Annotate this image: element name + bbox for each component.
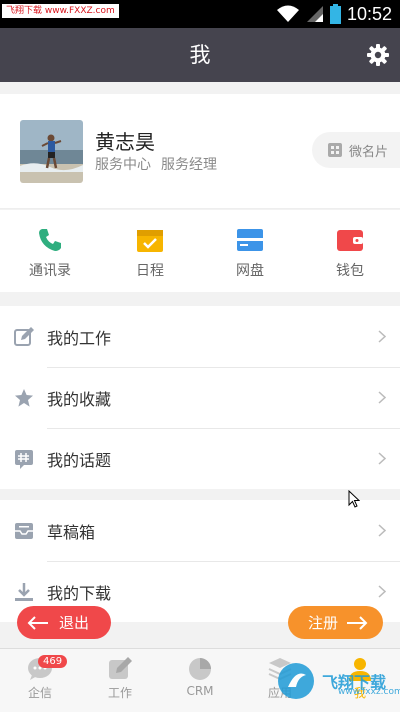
arrow-right-icon [347, 615, 368, 630]
clock: 10:52 [346, 3, 392, 24]
chevron-right-icon [378, 330, 386, 343]
logo-icon [278, 663, 314, 699]
chevron-right-icon [378, 524, 386, 537]
draft-icon [13, 520, 35, 542]
watermark-logo: 飞翔下载 www.fxxz.com [276, 659, 400, 703]
menu-item-my-work[interactable]: 我的工作 [0, 306, 400, 367]
edit-icon [109, 657, 132, 679]
user-name: 黄志昊 [95, 130, 155, 154]
menu-item-drafts[interactable]: 草稿箱 [0, 500, 400, 561]
gear-icon[interactable] [366, 43, 390, 67]
menu-group-work: 我的工作 我的收藏 我的话题 [0, 306, 400, 489]
edit-icon [13, 326, 35, 348]
cloud-disk-icon [237, 229, 263, 251]
vcard-button[interactable]: 微名片 [312, 132, 400, 168]
header: 我 [0, 28, 400, 82]
vcard-label: 微名片 [349, 144, 389, 160]
register-button[interactable]: 注册 [288, 606, 383, 639]
tab-messages[interactable]: 469 企信 [0, 649, 80, 712]
chevron-right-icon [378, 391, 386, 404]
qrcode-icon [328, 143, 342, 157]
profile-card[interactable]: 黄志昊 服务中心 服务经理 微名片 [0, 94, 400, 209]
arrow-left-icon [27, 615, 48, 630]
star-icon [13, 387, 35, 409]
register-label: 注册 [308, 614, 339, 632]
logout-button[interactable]: 退出 [17, 606, 111, 639]
hashtag-icon [13, 448, 35, 470]
logout-label: 退出 [59, 614, 90, 632]
phone-icon [39, 229, 61, 251]
chevron-right-icon [378, 452, 386, 465]
tab-crm[interactable]: CRM [160, 649, 240, 712]
battery-icon [329, 4, 341, 24]
wifi-icon [276, 5, 299, 22]
user-title: 服务经理 [161, 157, 217, 173]
status-bar: 飞翔下载 www.FXXZ.com 10:52 [0, 0, 400, 28]
shortcuts-row: 通讯录 日程 网盘 钱包 [0, 210, 400, 292]
mouse-cursor-icon [348, 490, 360, 508]
wallet-icon [337, 230, 363, 251]
user-position: 服务中心 服务经理 [95, 154, 217, 174]
shortcut-schedule[interactable]: 日程 [100, 210, 200, 292]
download-icon [13, 581, 35, 603]
chevron-right-icon [378, 585, 386, 598]
menu-item-favorites[interactable]: 我的收藏 [0, 367, 400, 428]
user-department: 服务中心 [95, 157, 151, 173]
avatar[interactable] [20, 120, 83, 183]
menu-group-files: 草稿箱 我的下载 [0, 500, 400, 622]
unread-badge: 469 [38, 655, 68, 668]
shortcut-cloud-disk[interactable]: 网盘 [200, 210, 300, 292]
signal-icon [306, 6, 323, 22]
shortcut-contacts[interactable]: 通讯录 [0, 210, 100, 292]
shortcut-wallet[interactable]: 钱包 [300, 210, 400, 292]
page-title: 我 [189, 43, 211, 67]
calendar-icon [137, 230, 163, 252]
pie-chart-icon [189, 658, 211, 680]
tab-work[interactable]: 工作 [80, 649, 160, 712]
watermark-logo-url: www.fxxz.com [338, 687, 400, 697]
watermark-text: 飞翔下载 www.FXXZ.com [2, 4, 119, 18]
menu-item-topics[interactable]: 我的话题 [0, 428, 400, 489]
